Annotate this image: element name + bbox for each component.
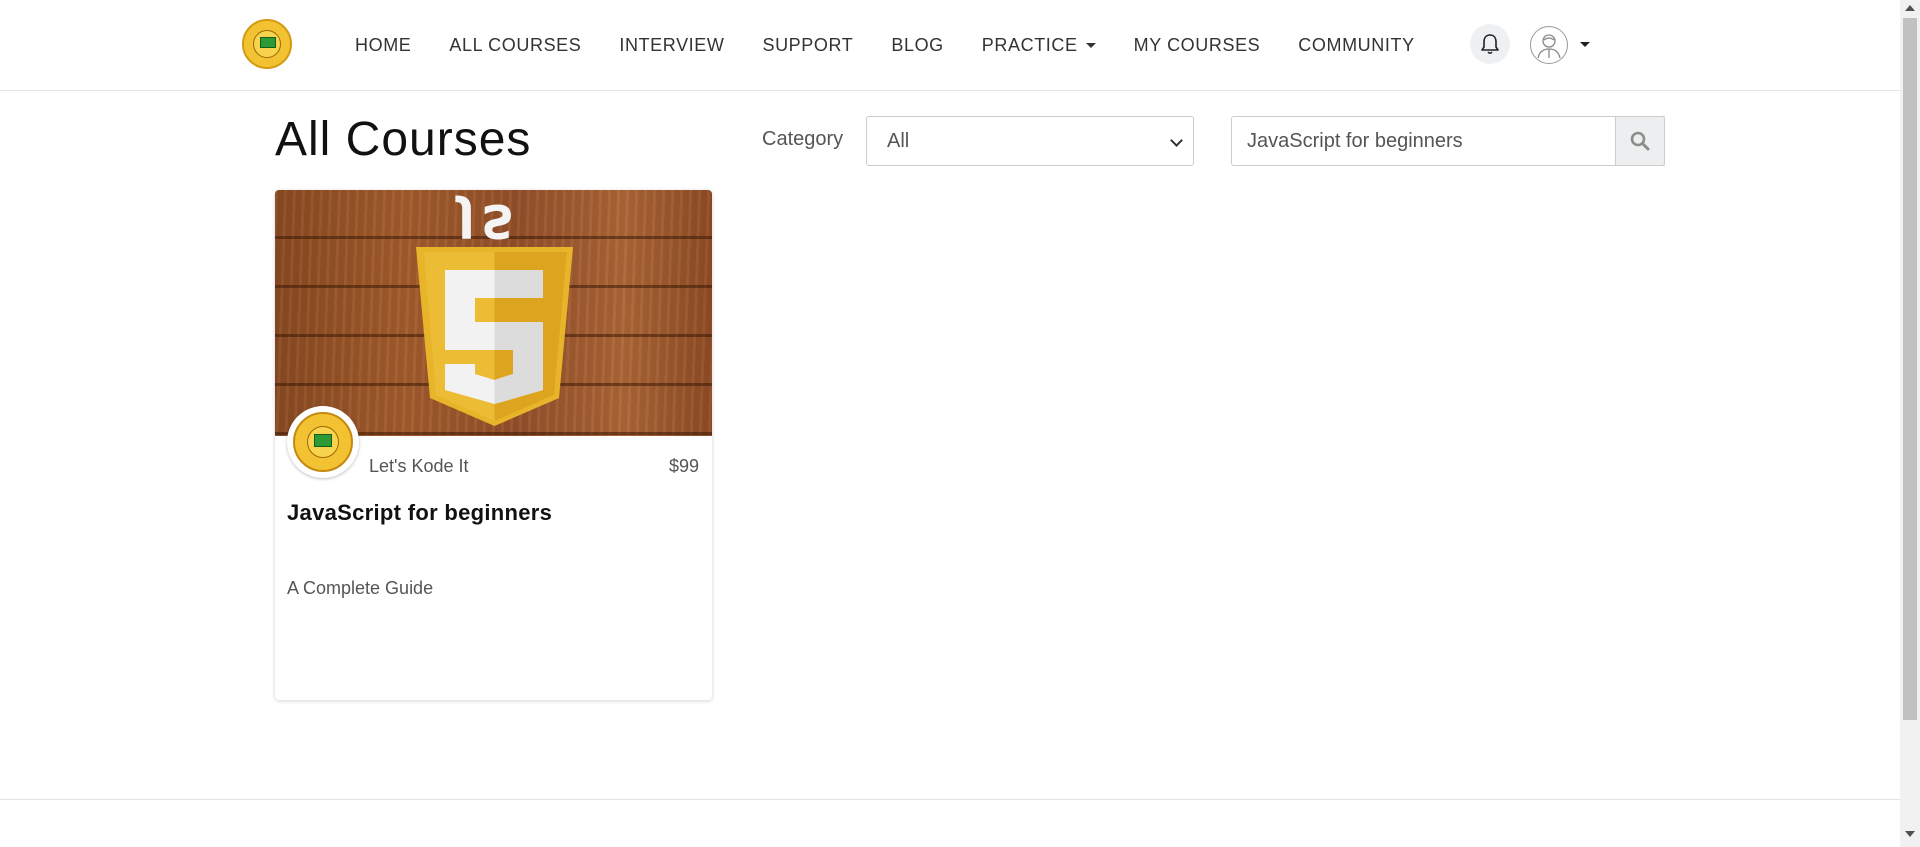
course-subtitle: A Complete Guide [287,578,434,598]
page-scrollbar[interactable] [1900,0,1920,847]
nav-my-courses[interactable]: MY COURSES [1134,35,1261,56]
nav-all-courses-label: ALL COURSES [449,34,582,55]
course-search-input[interactable] [1231,116,1665,166]
profile-caret-down-icon[interactable] [1580,42,1590,47]
nav-blog[interactable]: BLOG [891,35,943,56]
instructor-name: Let's Kode It [369,456,469,476]
logo-laptop-icon [260,37,276,48]
site-logo[interactable] [242,19,292,69]
nav-practice-dropdown[interactable]: PRACTICE [982,35,1096,56]
scroll-down-arrow-icon[interactable] [1905,831,1915,837]
nav-interview-label: INTERVIEW [619,34,725,55]
nav-home[interactable]: HOME [355,35,411,56]
instructor-laptop-icon [314,434,332,447]
course-card[interactable]: JS Let's Kode It $99 JavaScript for begi… [275,190,712,700]
nav-my-courses-label: MY COURSES [1133,34,1261,55]
nav-home-label: HOME [355,34,412,55]
top-navbar: HOME ALL COURSES INTERVIEW SUPPORT BLOG … [0,0,1900,91]
nav-practice-label: PRACTICE [981,34,1078,55]
scroll-up-arrow-icon[interactable] [1905,5,1915,11]
footer-divider [0,799,1900,800]
nav-community-label: COMMUNITY [1298,34,1415,55]
nav-support-label: SUPPORT [762,34,854,55]
notifications-button[interactable] [1470,24,1510,64]
instructor-logo-badge [293,412,353,472]
chevron-down-icon [1170,134,1183,147]
nav-all-courses[interactable]: ALL COURSES [449,35,581,56]
category-select[interactable]: All [866,116,1194,166]
instructor-avatar [287,406,359,478]
bell-icon [1481,34,1499,55]
course-title[interactable]: JavaScript for beginners [287,500,552,526]
nav-interview[interactable]: INTERVIEW [619,35,724,56]
nav-blog-label: BLOG [891,34,944,55]
user-avatar-icon [1537,34,1561,59]
nav-support[interactable]: SUPPORT [762,35,853,56]
search-button[interactable] [1615,116,1665,166]
nav-community[interactable]: COMMUNITY [1298,35,1414,56]
course-price: $99 [668,456,699,476]
main-nav: HOME ALL COURSES INTERVIEW SUPPORT BLOG … [355,0,1453,90]
course-thumbnail[interactable]: JS [275,190,712,436]
category-selected-value: All [887,129,910,152]
profile-menu-button[interactable] [1530,26,1568,64]
category-label: Category [762,128,844,150]
page-title: All Courses [275,113,532,166]
scrollbar-thumb[interactable] [1903,18,1917,720]
caret-down-icon [1085,42,1096,48]
search-icon [1630,131,1650,151]
js-badge-text: JS [458,194,521,248]
